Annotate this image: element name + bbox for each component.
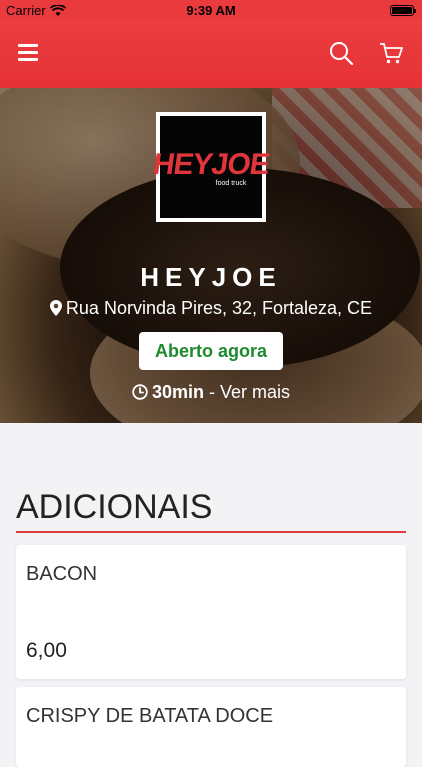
product-name: CRISPY DE BATATA DOCE <box>26 705 274 727</box>
cart-icon[interactable] <box>378 40 404 66</box>
top-navigation-bar <box>0 20 422 88</box>
delivery-info[interactable]: 30min - Ver mais <box>0 382 422 403</box>
product-card[interactable]: CRISPY DE BATATA DOCE <box>16 687 406 767</box>
section-divider <box>16 531 406 533</box>
product-card[interactable]: BACON 6,00 <box>16 545 406 679</box>
product-name: BACON <box>26 563 98 585</box>
status-bar: Carrier 9:39 AM <box>0 0 422 20</box>
logo-text: HEYJOE <box>150 147 272 181</box>
map-pin-icon <box>49 300 62 316</box>
product-price: 6,00 <box>26 639 67 662</box>
open-status-badge: Aberto agora <box>139 332 283 370</box>
store-name: HEYJOE <box>140 262 282 292</box>
section-title: ADICIONAIS <box>16 488 213 526</box>
store-address: Rua Norvinda Pires, 32, Fortaleza, CE <box>0 298 422 319</box>
see-more-link[interactable]: - Ver mais <box>204 382 290 402</box>
battery-icon <box>390 5 416 16</box>
search-icon[interactable] <box>328 40 354 66</box>
store-logo: HEYJOE food truck <box>151 112 271 222</box>
delivery-time: 30min <box>151 382 204 402</box>
address-text: Rua Norvinda Pires, 32, Fortaleza, CE <box>65 298 373 318</box>
clock-time: 9:39 AM <box>186 3 236 18</box>
clock-icon <box>132 384 148 400</box>
hamburger-icon[interactable] <box>18 44 38 62</box>
